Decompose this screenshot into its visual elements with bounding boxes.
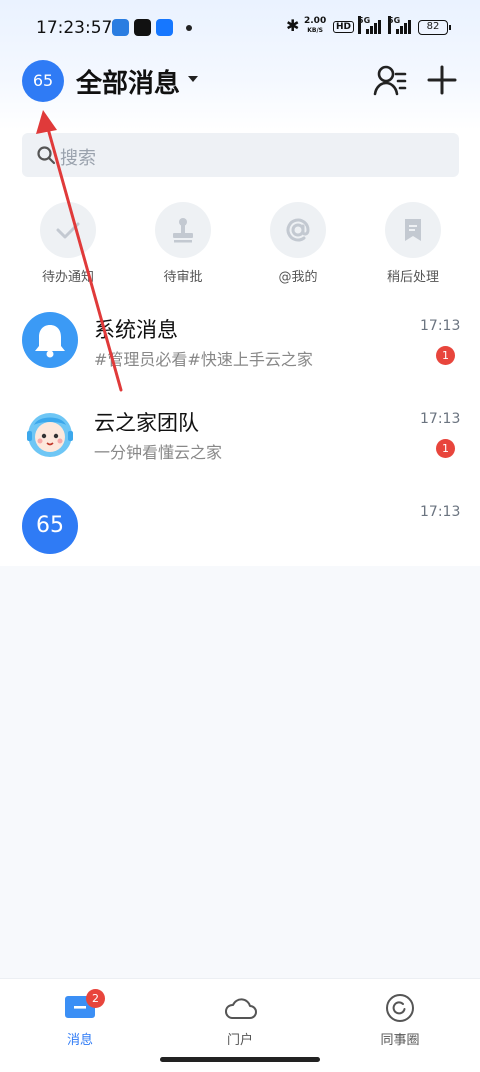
signal-2-label: 5G xyxy=(388,16,400,34)
conversation-avatar: 65 xyxy=(22,498,78,554)
signal-1-icon: 5G xyxy=(358,16,382,34)
app-notification-icon xyxy=(112,19,129,36)
at-icon xyxy=(286,218,310,242)
approval-circle xyxy=(155,202,211,258)
unread-badge: 1 xyxy=(436,346,455,365)
hd-voice-icon: HD xyxy=(333,21,355,33)
signal-2-icon: 5G xyxy=(388,16,412,34)
check-icon xyxy=(56,222,80,239)
tab-colleague-circle[interactable]: 同事圈 xyxy=(360,993,440,1048)
empty-list-area xyxy=(0,566,480,978)
contacts-icon[interactable] xyxy=(372,62,408,98)
conversation-time: 17:13 xyxy=(420,504,461,520)
conversation-name: 云之家团队 xyxy=(94,411,199,435)
conversation-preview: #管理员必看#快速上手云之家 xyxy=(94,350,313,369)
bluetooth-icon: ✱ xyxy=(286,16,300,35)
quick-action-approval[interactable]: 待审批 xyxy=(133,202,233,285)
home-indicator[interactable] xyxy=(160,1057,320,1062)
todo-circle xyxy=(40,202,96,258)
quick-action-label: 稍后处理 xyxy=(386,270,439,285)
alipay-icon xyxy=(156,19,173,36)
status-time: 17:23:57 xyxy=(36,18,113,38)
cloud-icon xyxy=(225,998,257,1019)
status-bar: 17:23:57 ✱ 2.00 KB/S HD 5G 5G 82 xyxy=(0,0,480,56)
tab-portal[interactable]: 门户 xyxy=(200,993,280,1048)
circle-refresh-icon xyxy=(386,994,414,1022)
quick-action-label: @我的 xyxy=(278,270,318,285)
add-icon[interactable] xyxy=(426,64,458,96)
quick-action-todo[interactable]: 待办通知 xyxy=(18,202,118,285)
later-circle xyxy=(385,202,441,258)
quick-action-label: 待审批 xyxy=(163,270,203,285)
bookmark-icon xyxy=(405,219,421,241)
tab-messages[interactable]: 2 消息 xyxy=(40,989,120,1048)
search-icon xyxy=(37,146,56,165)
more-notifications-dot xyxy=(186,25,192,31)
mentions-circle xyxy=(270,202,326,258)
quick-action-mentions[interactable]: @我的 xyxy=(248,202,348,285)
tiktok-icon xyxy=(134,19,151,36)
network-speed-unit: KB/S xyxy=(307,27,323,34)
conversation-item-team[interactable]: 云之家团队 一分钟看懂云之家 17:13 1 xyxy=(0,405,480,497)
signal-1-label: 5G xyxy=(358,16,370,34)
search-input[interactable]: 搜索 xyxy=(22,133,459,177)
network-speed-value: 2.00 xyxy=(304,16,327,26)
tab-label: 同事圈 xyxy=(380,1033,420,1048)
stamp-icon xyxy=(173,218,193,243)
quick-action-later[interactable]: 稍后处理 xyxy=(363,202,463,285)
conversation-preview: 一分钟看懂云之家 xyxy=(94,443,223,462)
user-avatar[interactable]: 65 xyxy=(22,60,64,102)
tab-label: 门户 xyxy=(226,1033,253,1048)
quick-action-label: 待办通知 xyxy=(41,270,94,285)
conversation-time: 17:13 xyxy=(420,318,461,334)
bell-icon xyxy=(22,312,78,368)
chevron-down-icon[interactable] xyxy=(188,76,198,82)
search-placeholder: 搜索 xyxy=(60,148,96,169)
conversation-time: 17:13 xyxy=(420,411,461,427)
conversation-name: 系统消息 xyxy=(94,318,178,342)
tab-label: 消息 xyxy=(66,1033,93,1048)
battery-level: 82 xyxy=(426,21,440,32)
page-title[interactable]: 全部消息 xyxy=(76,63,180,100)
unread-badge: 1 xyxy=(436,439,455,458)
network-speed: 2.00 KB/S xyxy=(304,17,326,35)
conversation-item-system[interactable]: 系统消息 #管理员必看#快速上手云之家 17:13 1 xyxy=(0,312,480,404)
mascot-icon xyxy=(22,405,78,461)
battery-icon: 82 xyxy=(418,20,451,35)
tab-badge: 2 xyxy=(86,989,105,1008)
